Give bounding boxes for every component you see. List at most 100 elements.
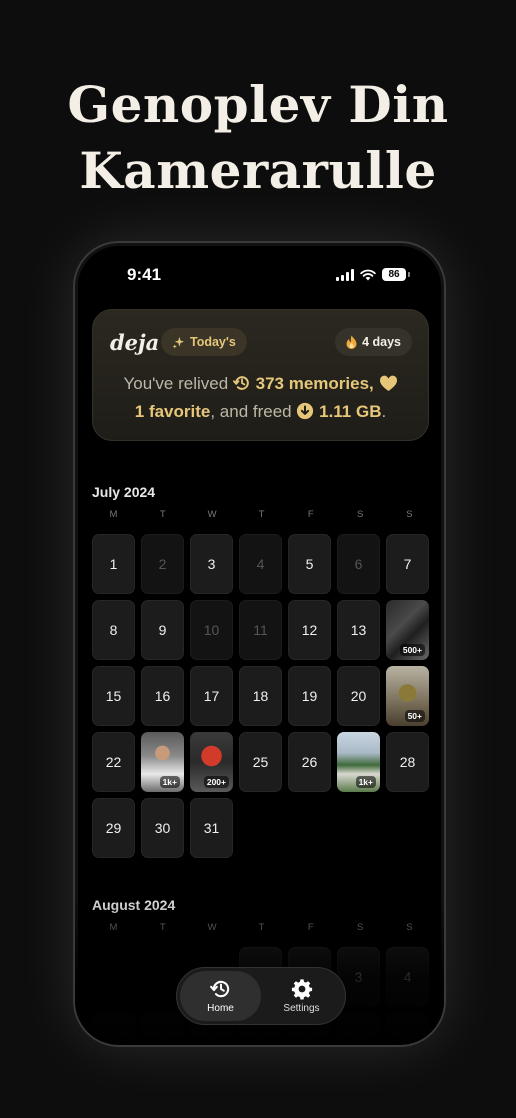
today-button[interactable]: Today's (161, 328, 247, 356)
battery-tip (408, 272, 410, 277)
heart-icon (379, 375, 397, 392)
day-number: 8 (109, 622, 118, 638)
calendar-day[interactable]: 29 (92, 798, 135, 858)
freed-storage: 1.11 GB (319, 402, 382, 421)
calendar-day[interactable]: 5 (288, 534, 331, 594)
tab-home-label: Home (207, 1003, 234, 1014)
day-number: 9 (305, 1035, 314, 1047)
calendar-day[interactable]: 18 (239, 666, 282, 726)
tab-home[interactable]: Home (180, 971, 261, 1021)
stats-text-middle: , and freed (210, 402, 292, 421)
hero-title: Genoplev Din Kamerarulle (0, 72, 516, 204)
day-number: 13 (350, 622, 367, 638)
signal-icon (336, 268, 354, 281)
streak-badge[interactable]: 4 days (335, 328, 412, 356)
calendar-day-photo[interactable]: 500+ (386, 600, 429, 660)
weekday-label: S (406, 509, 413, 520)
calendar-day[interactable]: 11 (386, 1013, 429, 1047)
calendar-day[interactable]: 13 (337, 600, 380, 660)
hero-title-line-2: Kamerarulle (79, 141, 437, 200)
hero-title-line-1: Genoplev Din (67, 75, 449, 134)
calendar-day[interactable]: 12 (288, 600, 331, 660)
history-icon (232, 376, 249, 390)
flame-icon (346, 335, 357, 349)
photo-count-badge: 200+ (203, 776, 229, 788)
day-number: 17 (203, 688, 220, 704)
day-number: 29 (105, 820, 122, 836)
calendar-day[interactable]: 25 (239, 732, 282, 792)
calendar-day-photo[interactable]: 1k+ (337, 732, 380, 792)
tab-settings[interactable]: Settings (261, 971, 342, 1021)
day-number: 4 (403, 969, 412, 985)
calendar-day[interactable]: 11 (239, 600, 282, 660)
phone-frame: 9:41 86 deja Today's 4 days You've reliv… (73, 241, 446, 1047)
brand-logo: deja (110, 330, 160, 355)
calendar-day[interactable]: 10 (190, 600, 233, 660)
calendar-day[interactable]: 10 (337, 1013, 380, 1045)
calendar-day[interactable]: 9 (141, 600, 184, 660)
calendar-day[interactable]: 30 (141, 798, 184, 858)
day-number: 31 (203, 820, 220, 836)
battery-icon: 86 (382, 268, 406, 281)
day-number: 25 (252, 754, 269, 770)
day-number: 11 (400, 1035, 415, 1047)
weekday-label: M (109, 509, 118, 520)
day-number: 30 (154, 820, 171, 836)
day-number: 6 (354, 556, 363, 572)
calendar-day-photo[interactable]: 50+ (386, 666, 429, 726)
calendar-day[interactable]: 2 (141, 534, 184, 594)
calendar-day[interactable]: 19 (288, 666, 331, 726)
weekday-label: S (356, 509, 364, 520)
calendar-day[interactable]: 22 (92, 732, 135, 792)
weekday-label: S (406, 922, 413, 933)
weekday-label: F (307, 922, 314, 933)
today-label: Today's (190, 335, 236, 349)
weekday-label: T (159, 922, 166, 933)
calendar-day[interactable]: 3 (190, 534, 233, 594)
day-number: 7 (207, 1035, 216, 1047)
calendar-day[interactable]: 28 (386, 732, 429, 792)
day-number: 16 (154, 688, 171, 704)
calendar-day[interactable]: 4 (386, 947, 429, 1007)
day-number: 3 (207, 556, 216, 572)
day-number: 5 (109, 1035, 118, 1047)
photo-count-badge: 500+ (399, 644, 425, 656)
weekday-label: T (258, 922, 265, 933)
calendar-day[interactable]: 6 (337, 534, 380, 594)
calendar-day[interactable]: 8 (92, 600, 135, 660)
streak-label: 4 days (362, 335, 401, 349)
calendar-day[interactable]: 26 (288, 732, 331, 792)
stats-summary: You've relived 373 memories, 1 favorite,… (103, 370, 418, 426)
day-number: 18 (252, 688, 269, 704)
calendar-day-photo[interactable]: 200+ (190, 732, 233, 792)
calendar-day[interactable]: 20 (337, 666, 380, 726)
calendar-day[interactable]: 16 (141, 666, 184, 726)
photo-count-badge: 50+ (404, 710, 425, 722)
weekday-header-august: M T W T F S S (92, 922, 431, 933)
weekday-label: M (109, 922, 118, 933)
calendar-day[interactable]: 15 (92, 666, 135, 726)
day-number: 3 (354, 969, 363, 985)
calendar-day[interactable]: 31 (190, 798, 233, 858)
day-number: 6 (158, 1035, 167, 1047)
stats-text-prefix: You've relived (123, 374, 229, 393)
day-number: 1 (109, 556, 118, 572)
calendar-day[interactable]: 5 (92, 1013, 135, 1047)
calendar-day[interactable]: 4 (239, 534, 282, 594)
day-number: 4 (256, 556, 265, 572)
calendar-day-photo[interactable]: 1k+ (141, 732, 184, 792)
calendar-day[interactable]: 6 (141, 1013, 184, 1047)
month-label-august: August 2024 (92, 897, 176, 913)
day-number: 15 (105, 688, 122, 704)
stats-text-suffix: . (381, 402, 387, 421)
calendar-day[interactable]: 7 (386, 534, 429, 594)
weekday-header-july: M T W T F S S (92, 509, 431, 520)
calendar-day[interactable]: 17 (190, 666, 233, 726)
status-time: 9:41 (127, 265, 162, 284)
day-number: 26 (301, 754, 318, 770)
status-icons: 86 (336, 268, 410, 281)
calendar-day[interactable]: 1 (92, 534, 135, 594)
day-number: 28 (399, 754, 416, 770)
gear-icon (291, 979, 312, 1000)
stats-card[interactable]: deja Today's 4 days You've relived 373 m… (92, 309, 429, 441)
